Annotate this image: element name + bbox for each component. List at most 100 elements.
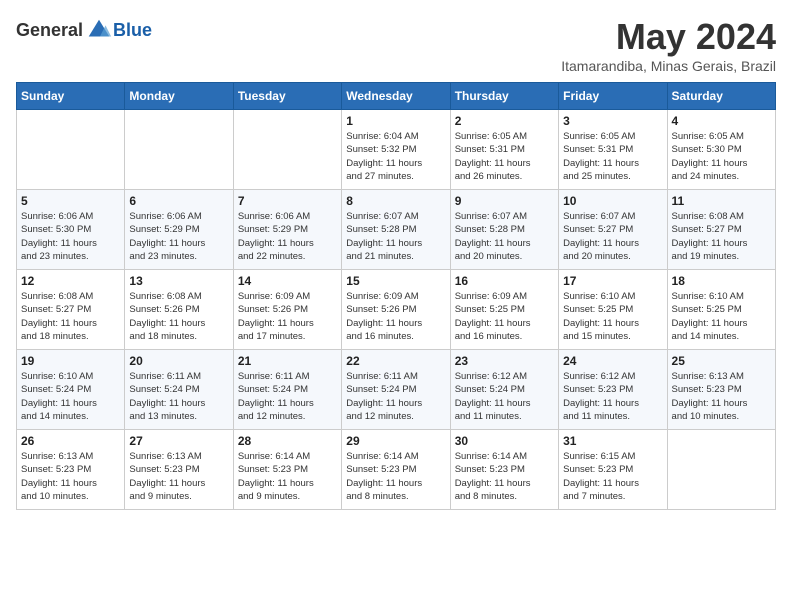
cell-day-info: Sunrise: 6:09 AM Sunset: 5:25 PM Dayligh… <box>455 290 554 343</box>
cell-day-info: Sunrise: 6:13 AM Sunset: 5:23 PM Dayligh… <box>129 450 228 503</box>
cell-day-info: Sunrise: 6:10 AM Sunset: 5:24 PM Dayligh… <box>21 370 120 423</box>
calendar-header: SundayMondayTuesdayWednesdayThursdayFrid… <box>17 83 776 110</box>
week-row-1: 1 Sunrise: 6:04 AM Sunset: 5:32 PM Daylig… <box>17 110 776 190</box>
cell-day-number: 31 <box>563 434 662 448</box>
cell-day-info: Sunrise: 6:12 AM Sunset: 5:24 PM Dayligh… <box>455 370 554 423</box>
calendar-cell <box>125 110 233 190</box>
calendar-cell: 19 Sunrise: 6:10 AM Sunset: 5:24 PM Dayli… <box>17 350 125 430</box>
cell-day-info: Sunrise: 6:05 AM Sunset: 5:31 PM Dayligh… <box>563 130 662 183</box>
cell-day-number: 20 <box>129 354 228 368</box>
cell-day-number: 7 <box>238 194 337 208</box>
weekday-header-tuesday: Tuesday <box>233 83 341 110</box>
calendar-body: 1 Sunrise: 6:04 AM Sunset: 5:32 PM Daylig… <box>17 110 776 510</box>
weekday-header-row: SundayMondayTuesdayWednesdayThursdayFrid… <box>17 83 776 110</box>
cell-day-number: 6 <box>129 194 228 208</box>
cell-day-info: Sunrise: 6:05 AM Sunset: 5:30 PM Dayligh… <box>672 130 771 183</box>
cell-day-info: Sunrise: 6:07 AM Sunset: 5:27 PM Dayligh… <box>563 210 662 263</box>
cell-day-number: 27 <box>129 434 228 448</box>
cell-day-info: Sunrise: 6:13 AM Sunset: 5:23 PM Dayligh… <box>672 370 771 423</box>
calendar-cell: 20 Sunrise: 6:11 AM Sunset: 5:24 PM Dayli… <box>125 350 233 430</box>
cell-day-number: 26 <box>21 434 120 448</box>
calendar-cell: 14Sunrise: 6:09 AM Sunset: 5:26 PM Dayli… <box>233 270 341 350</box>
cell-day-info: Sunrise: 6:07 AM Sunset: 5:28 PM Dayligh… <box>455 210 554 263</box>
cell-day-info: Sunrise: 6:07 AM Sunset: 5:28 PM Dayligh… <box>346 210 445 263</box>
cell-day-number: 25 <box>672 354 771 368</box>
cell-day-number: 17 <box>563 274 662 288</box>
cell-day-info: Sunrise: 6:09 AM Sunset: 5:26 PM Dayligh… <box>346 290 445 343</box>
calendar-cell: 29 Sunrise: 6:14 AM Sunset: 5:23 PM Dayli… <box>342 430 450 510</box>
calendar-cell: 25 Sunrise: 6:13 AM Sunset: 5:23 PM Dayli… <box>667 350 775 430</box>
cell-day-number: 16 <box>455 274 554 288</box>
calendar-cell: 26 Sunrise: 6:13 AM Sunset: 5:23 PM Dayli… <box>17 430 125 510</box>
cell-day-number: 1 <box>346 114 445 128</box>
calendar-cell: 6Sunrise: 6:06 AM Sunset: 5:29 PM Daylig… <box>125 190 233 270</box>
cell-day-info: Sunrise: 6:06 AM Sunset: 5:29 PM Dayligh… <box>238 210 337 263</box>
logo-icon <box>85 16 113 44</box>
calendar-cell: 27 Sunrise: 6:13 AM Sunset: 5:23 PM Dayli… <box>125 430 233 510</box>
calendar-cell: 22 Sunrise: 6:11 AM Sunset: 5:24 PM Dayli… <box>342 350 450 430</box>
calendar-cell: 12Sunrise: 6:08 AM Sunset: 5:27 PM Dayli… <box>17 270 125 350</box>
weekday-header-thursday: Thursday <box>450 83 558 110</box>
calendar-cell <box>17 110 125 190</box>
cell-day-info: Sunrise: 6:15 AM Sunset: 5:23 PM Dayligh… <box>563 450 662 503</box>
cell-day-info: Sunrise: 6:10 AM Sunset: 5:25 PM Dayligh… <box>563 290 662 343</box>
calendar-cell: 3Sunrise: 6:05 AM Sunset: 5:31 PM Daylig… <box>559 110 667 190</box>
cell-day-info: Sunrise: 6:08 AM Sunset: 5:27 PM Dayligh… <box>21 290 120 343</box>
cell-day-number: 4 <box>672 114 771 128</box>
cell-day-info: Sunrise: 6:08 AM Sunset: 5:26 PM Dayligh… <box>129 290 228 343</box>
calendar-cell <box>233 110 341 190</box>
logo-text-general: General <box>16 20 83 41</box>
calendar-cell: 7 Sunrise: 6:06 AM Sunset: 5:29 PM Daylig… <box>233 190 341 270</box>
cell-day-info: Sunrise: 6:11 AM Sunset: 5:24 PM Dayligh… <box>129 370 228 423</box>
calendar-cell: 9 Sunrise: 6:07 AM Sunset: 5:28 PM Daylig… <box>450 190 558 270</box>
cell-day-info: Sunrise: 6:14 AM Sunset: 5:23 PM Dayligh… <box>346 450 445 503</box>
cell-day-number: 30 <box>455 434 554 448</box>
calendar-cell: 11Sunrise: 6:08 AM Sunset: 5:27 PM Dayli… <box>667 190 775 270</box>
cell-day-info: Sunrise: 6:14 AM Sunset: 5:23 PM Dayligh… <box>455 450 554 503</box>
month-year-title: May 2024 <box>561 16 776 58</box>
cell-day-number: 18 <box>672 274 771 288</box>
cell-day-number: 9 <box>455 194 554 208</box>
title-area: May 2024 Itamarandiba, Minas Gerais, Bra… <box>561 16 776 74</box>
cell-day-number: 10 <box>563 194 662 208</box>
cell-day-number: 24 <box>563 354 662 368</box>
calendar-cell: 1 Sunrise: 6:04 AM Sunset: 5:32 PM Daylig… <box>342 110 450 190</box>
location-subtitle: Itamarandiba, Minas Gerais, Brazil <box>561 58 776 74</box>
calendar-table: SundayMondayTuesdayWednesdayThursdayFrid… <box>16 82 776 510</box>
cell-day-info: Sunrise: 6:06 AM Sunset: 5:30 PM Dayligh… <box>21 210 120 263</box>
calendar-cell: 24Sunrise: 6:12 AM Sunset: 5:23 PM Dayli… <box>559 350 667 430</box>
calendar-cell: 8Sunrise: 6:07 AM Sunset: 5:28 PM Daylig… <box>342 190 450 270</box>
week-row-4: 19 Sunrise: 6:10 AM Sunset: 5:24 PM Dayli… <box>17 350 776 430</box>
calendar-cell: 28 Sunrise: 6:14 AM Sunset: 5:23 PM Dayli… <box>233 430 341 510</box>
cell-day-info: Sunrise: 6:05 AM Sunset: 5:31 PM Dayligh… <box>455 130 554 183</box>
calendar-cell: 2 Sunrise: 6:05 AM Sunset: 5:31 PM Daylig… <box>450 110 558 190</box>
weekday-header-wednesday: Wednesday <box>342 83 450 110</box>
cell-day-number: 19 <box>21 354 120 368</box>
cell-day-number: 23 <box>455 354 554 368</box>
calendar-cell: 13Sunrise: 6:08 AM Sunset: 5:26 PM Dayli… <box>125 270 233 350</box>
logo: General Blue <box>16 16 152 44</box>
cell-day-info: Sunrise: 6:08 AM Sunset: 5:27 PM Dayligh… <box>672 210 771 263</box>
calendar-cell: 17 Sunrise: 6:10 AM Sunset: 5:25 PM Dayli… <box>559 270 667 350</box>
cell-day-info: Sunrise: 6:04 AM Sunset: 5:32 PM Dayligh… <box>346 130 445 183</box>
week-row-3: 12Sunrise: 6:08 AM Sunset: 5:27 PM Dayli… <box>17 270 776 350</box>
weekday-header-saturday: Saturday <box>667 83 775 110</box>
cell-day-number: 22 <box>346 354 445 368</box>
calendar-cell: 5 Sunrise: 6:06 AM Sunset: 5:30 PM Daylig… <box>17 190 125 270</box>
cell-day-info: Sunrise: 6:11 AM Sunset: 5:24 PM Dayligh… <box>346 370 445 423</box>
cell-day-number: 14 <box>238 274 337 288</box>
cell-day-info: Sunrise: 6:10 AM Sunset: 5:25 PM Dayligh… <box>672 290 771 343</box>
cell-day-info: Sunrise: 6:13 AM Sunset: 5:23 PM Dayligh… <box>21 450 120 503</box>
calendar-cell: 31 Sunrise: 6:15 AM Sunset: 5:23 PM Dayli… <box>559 430 667 510</box>
calendar-cell <box>667 430 775 510</box>
weekday-header-friday: Friday <box>559 83 667 110</box>
cell-day-number: 29 <box>346 434 445 448</box>
calendar-cell: 18 Sunrise: 6:10 AM Sunset: 5:25 PM Dayli… <box>667 270 775 350</box>
logo-text-blue: Blue <box>113 20 152 41</box>
cell-day-number: 5 <box>21 194 120 208</box>
cell-day-number: 2 <box>455 114 554 128</box>
calendar-cell: 21Sunrise: 6:11 AM Sunset: 5:24 PM Dayli… <box>233 350 341 430</box>
calendar-cell: 4 Sunrise: 6:05 AM Sunset: 5:30 PM Daylig… <box>667 110 775 190</box>
cell-day-number: 28 <box>238 434 337 448</box>
cell-day-info: Sunrise: 6:14 AM Sunset: 5:23 PM Dayligh… <box>238 450 337 503</box>
